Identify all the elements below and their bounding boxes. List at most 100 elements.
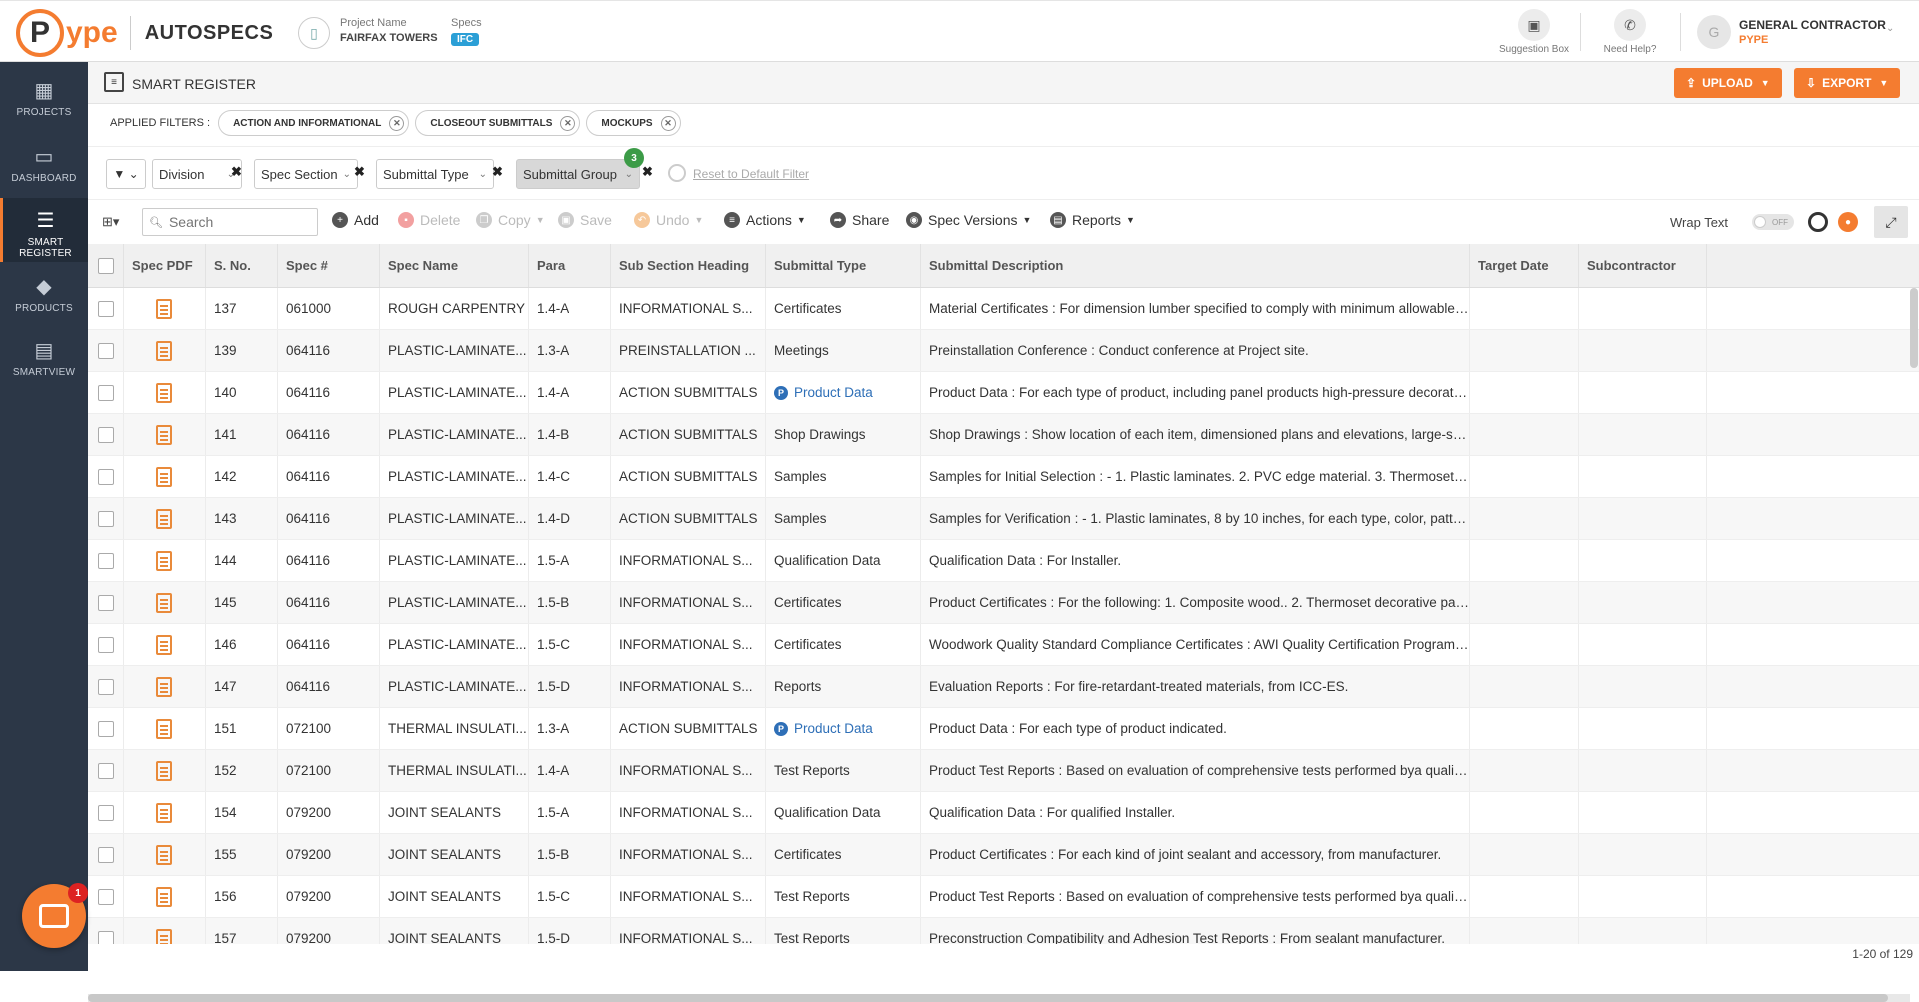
- grid-menu-icon[interactable]: ⊞▾: [102, 214, 119, 230]
- table-row[interactable]: 140 064116 PLASTIC-LAMINATE... 1.4-A ACTION …: [88, 372, 1919, 414]
- pdf-document-icon[interactable]: [156, 886, 172, 907]
- table-row[interactable]: 137 061000 ROUGH CARPENTRY 1.4-A INFORMATION…: [88, 288, 1919, 330]
- row-select-cell[interactable]: [88, 624, 124, 665]
- suggestion-box-button[interactable]: ▣ Suggestion Box: [1494, 9, 1574, 55]
- spec-pdf-cell[interactable]: [124, 288, 206, 329]
- table-row[interactable]: 156 079200 JOINT SEALANTS 1.5-C INFORMATIONA…: [88, 876, 1919, 918]
- pdf-document-icon[interactable]: [156, 676, 172, 697]
- submittal-type-cell[interactable]: P Product Data: [766, 372, 921, 413]
- table-row[interactable]: 146 064116 PLASTIC-LAMINATE... 1.5-C INFORMA…: [88, 624, 1919, 666]
- pdf-document-icon[interactable]: [156, 550, 172, 571]
- target-date-cell[interactable]: [1470, 372, 1579, 413]
- table-row[interactable]: 142 064116 PLASTIC-LAMINATE... 1.4-C ACTION …: [88, 456, 1919, 498]
- column-header[interactable]: Spec Name: [380, 244, 529, 287]
- target-date-cell[interactable]: [1470, 834, 1579, 875]
- select-all-cell[interactable]: [88, 244, 124, 287]
- spec-pdf-cell[interactable]: [124, 792, 206, 833]
- subcontractor-cell[interactable]: [1579, 456, 1707, 497]
- table-row[interactable]: 147 064116 PLASTIC-LAMINATE... 1.5-D INFORMA…: [88, 666, 1919, 708]
- division-dropdown[interactable]: Division ⌄: [152, 159, 242, 189]
- filter-chip[interactable]: MOCKUPS ✕: [586, 110, 681, 136]
- close-icon[interactable]: ✕: [389, 115, 405, 131]
- horizontal-scrollbar[interactable]: [88, 994, 1910, 1002]
- row-checkbox[interactable]: [97, 342, 114, 359]
- clear-spec-section-icon[interactable]: ✖: [354, 164, 365, 180]
- row-checkbox[interactable]: [97, 594, 114, 611]
- row-checkbox[interactable]: [97, 552, 114, 569]
- wrap-text-toggle[interactable]: OFF: [1752, 214, 1794, 230]
- reset-filter-link[interactable]: Reset to Default Filter: [693, 167, 809, 181]
- spec-pdf-cell[interactable]: [124, 456, 206, 497]
- spec-pdf-cell[interactable]: [124, 666, 206, 707]
- subcontractor-cell[interactable]: [1579, 582, 1707, 623]
- subcontractor-cell[interactable]: [1579, 372, 1707, 413]
- pdf-document-icon[interactable]: [156, 382, 172, 403]
- row-select-cell[interactable]: [88, 750, 124, 791]
- row-select-cell[interactable]: [88, 792, 124, 833]
- table-row[interactable]: 144 064116 PLASTIC-LAMINATE... 1.5-A INFORMA…: [88, 540, 1919, 582]
- pdf-document-icon[interactable]: [156, 634, 172, 655]
- row-select-cell[interactable]: [88, 414, 124, 455]
- vertical-scrollbar[interactable]: [1910, 288, 1918, 368]
- table-row[interactable]: 143 064116 PLASTIC-LAMINATE... 1.4-D ACTION …: [88, 498, 1919, 540]
- row-select-cell[interactable]: [88, 582, 124, 623]
- table-row[interactable]: 141 064116 PLASTIC-LAMINATE... 1.4-B ACTION …: [88, 414, 1919, 456]
- project-selector[interactable]: Project Name FAIRFAX TOWERS: [340, 17, 438, 44]
- row-checkbox[interactable]: [97, 846, 114, 863]
- add-button[interactable]: + Add: [332, 212, 379, 228]
- row-checkbox[interactable]: [97, 720, 114, 737]
- row-select-cell[interactable]: [88, 666, 124, 707]
- gear-icon[interactable]: [1808, 212, 1828, 232]
- export-button[interactable]: ⇩ EXPORT ▼: [1794, 68, 1901, 98]
- search-box[interactable]: 🔍︎: [142, 208, 318, 236]
- filter-funnel-button[interactable]: ▼ ⌄: [106, 159, 146, 189]
- share-button[interactable]: ➦ Share: [830, 212, 889, 228]
- pdf-document-icon[interactable]: [156, 508, 172, 529]
- table-row[interactable]: 154 079200 JOINT SEALANTS 1.5-A INFORMATIONA…: [88, 792, 1919, 834]
- actions-menu[interactable]: ≡ Actions ▼: [724, 212, 806, 228]
- row-select-cell[interactable]: [88, 498, 124, 539]
- spec-pdf-cell[interactable]: [124, 372, 206, 413]
- spec-pdf-cell[interactable]: [124, 918, 206, 944]
- subcontractor-cell[interactable]: [1579, 666, 1707, 707]
- pdf-document-icon[interactable]: [156, 340, 172, 361]
- avatar[interactable]: G: [1697, 15, 1731, 49]
- target-date-cell[interactable]: [1470, 750, 1579, 791]
- spec-pdf-cell[interactable]: [124, 330, 206, 371]
- spec-pdf-cell[interactable]: [124, 414, 206, 455]
- subcontractor-cell[interactable]: [1579, 708, 1707, 749]
- close-icon[interactable]: ✕: [560, 115, 576, 131]
- column-header[interactable]: S. No.: [206, 244, 278, 287]
- spec-pdf-cell[interactable]: [124, 582, 206, 623]
- need-help-button[interactable]: ✆ Need Help?: [1590, 9, 1670, 55]
- table-row[interactable]: 155 079200 JOINT SEALANTS 1.5-B INFORMATIONA…: [88, 834, 1919, 876]
- target-date-cell[interactable]: [1470, 708, 1579, 749]
- spec-section-dropdown[interactable]: Spec Section ⌄: [254, 159, 358, 189]
- row-checkbox[interactable]: [97, 888, 114, 905]
- target-date-cell[interactable]: [1470, 582, 1579, 623]
- row-select-cell[interactable]: [88, 540, 124, 581]
- row-select-cell[interactable]: [88, 918, 124, 944]
- reports-menu[interactable]: ▤ Reports ▼: [1050, 212, 1135, 228]
- submittal-type-cell[interactable]: P Product Data: [766, 708, 921, 749]
- spec-versions-menu[interactable]: ◉ Spec Versions ▼: [906, 212, 1031, 228]
- table-row[interactable]: 152 072100 THERMAL INSULATI... 1.4-A INFORMA…: [88, 750, 1919, 792]
- spec-pdf-cell[interactable]: [124, 834, 206, 875]
- row-select-cell[interactable]: [88, 330, 124, 371]
- column-header[interactable]: Spec PDF: [124, 244, 206, 287]
- row-checkbox[interactable]: [97, 762, 114, 779]
- row-select-cell[interactable]: [88, 834, 124, 875]
- sidebar-item-projects[interactable]: ▦ PROJECTS: [0, 68, 88, 132]
- row-checkbox[interactable]: [97, 300, 114, 317]
- subcontractor-cell[interactable]: [1579, 624, 1707, 665]
- target-date-cell[interactable]: [1470, 414, 1579, 455]
- scrollbar-thumb[interactable]: [88, 994, 1888, 1002]
- sidebar-item-smartview[interactable]: ▤ SMARTVIEW: [0, 328, 88, 392]
- table-row[interactable]: 145 064116 PLASTIC-LAMINATE... 1.5-B INFORMA…: [88, 582, 1919, 624]
- delete-button[interactable]: ▪ Delete: [398, 212, 460, 228]
- spec-pdf-cell[interactable]: [124, 708, 206, 749]
- target-date-cell[interactable]: [1470, 288, 1579, 329]
- row-checkbox[interactable]: [97, 468, 114, 485]
- row-select-cell[interactable]: [88, 288, 124, 329]
- filter-chip[interactable]: ACTION AND INFORMATIONAL ✕: [218, 110, 410, 136]
